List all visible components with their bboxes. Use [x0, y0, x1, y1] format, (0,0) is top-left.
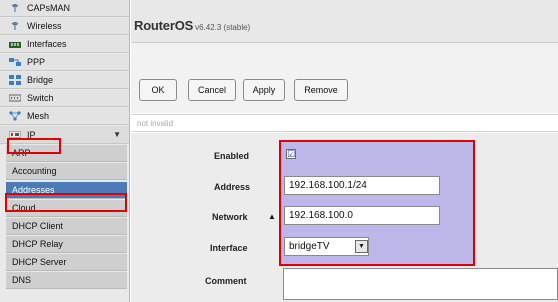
chevron-down-icon: ▼ — [113, 130, 121, 139]
sidebar-item-label: Switch — [27, 93, 54, 103]
sidebar-item-label: Mesh — [27, 111, 50, 121]
sidebar-item-label: Wireless — [27, 21, 62, 31]
interface-label: Interface — [210, 243, 248, 253]
comment-label: Comment — [205, 276, 247, 286]
collapse-arrow-icon[interactable]: ▲ — [268, 212, 276, 221]
cancel-button[interactable]: Cancel — [188, 79, 236, 101]
sidebar-item-switch[interactable]: Switch — [0, 90, 129, 107]
sidebar-item-label: CAPsMAN — [27, 3, 71, 13]
sidebar-item-label: Interfaces — [27, 39, 67, 49]
ok-button[interactable]: OK — [139, 79, 177, 101]
interface-value: bridgeTV — [289, 241, 330, 252]
sidebar-item-label: PPP — [27, 57, 46, 67]
address-input[interactable]: 192.168.100.1/24 — [284, 176, 440, 195]
ip-icon — [8, 130, 22, 140]
chevron-down-icon[interactable]: ▼ — [355, 240, 368, 253]
sidebar-item-mesh[interactable]: Mesh — [0, 108, 129, 125]
submenu-item-dhcp-server[interactable]: DHCP Server — [6, 254, 127, 271]
product-name: RouterOS — [134, 18, 194, 33]
switch-icon — [8, 93, 22, 103]
interfaces-icon — [8, 39, 22, 49]
ppp-icon — [8, 57, 22, 67]
sidebar-item-ip[interactable]: IP ▼ — [0, 126, 129, 144]
mesh-icon — [8, 111, 22, 121]
submenu-item-cloud[interactable]: Cloud — [6, 200, 127, 217]
enabled-label: Enabled — [214, 151, 250, 161]
antenna-icon — [8, 21, 22, 31]
remove-button[interactable]: Remove — [294, 79, 348, 101]
version-label: v6.42.3 (stable) — [195, 23, 251, 32]
submenu-item-addresses[interactable]: Addresses — [6, 182, 127, 199]
status-bar: not invalid — [131, 114, 558, 132]
address-label: Address — [214, 182, 251, 192]
page-header: RouterOS v6.42.3 (stable) — [131, 0, 558, 43]
sidebar-item-wireless[interactable]: Wireless — [0, 18, 129, 35]
submenu-item-dns[interactable]: DNS — [6, 272, 127, 289]
apply-button[interactable]: Apply — [243, 79, 285, 101]
enabled-checkbox[interactable]: ☑ — [286, 149, 296, 159]
submenu-item-dhcp-relay[interactable]: DHCP Relay — [6, 236, 127, 253]
submenu-item-accounting[interactable]: Accounting — [6, 163, 127, 180]
sidebar-item-label: Bridge — [27, 75, 54, 85]
sidebar: CAPsMAN Wireless Interfaces PPP Bridge S… — [0, 0, 130, 302]
bridge-icon — [8, 75, 22, 85]
submenu-item-dhcp-client[interactable]: DHCP Client — [6, 218, 127, 235]
sidebar-item-capsman[interactable]: CAPsMAN — [0, 0, 129, 17]
toolbar — [131, 43, 558, 113]
sidebar-item-ppp[interactable]: PPP — [0, 54, 129, 71]
sidebar-item-interfaces[interactable]: Interfaces — [0, 36, 129, 53]
submenu-item-arp[interactable]: ARP — [6, 145, 127, 162]
comment-textarea[interactable] — [283, 268, 558, 300]
routeros-webfig-window: CAPsMAN Wireless Interfaces PPP Bridge S… — [0, 0, 558, 302]
antenna-icon — [8, 3, 22, 13]
sidebar-item-label: IP — [27, 129, 36, 140]
sidebar-item-bridge[interactable]: Bridge — [0, 72, 129, 89]
network-input[interactable]: 192.168.100.0 — [284, 206, 440, 225]
network-label: Network — [212, 212, 248, 222]
